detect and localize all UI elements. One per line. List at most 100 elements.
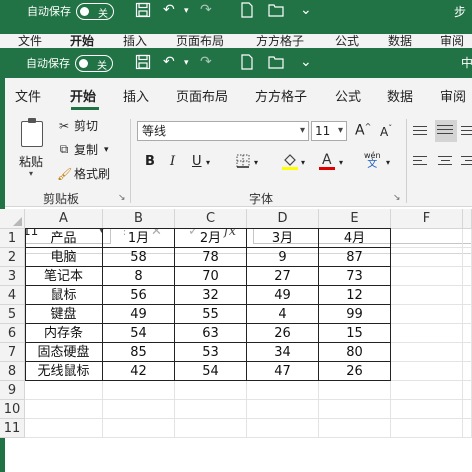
underline-button[interactable]: U [192, 154, 202, 169]
grid-cell[interactable]: 笔记本 [25, 267, 103, 286]
row-header[interactable]: 7 [0, 343, 25, 362]
grid-cell[interactable] [247, 381, 319, 400]
grid-cell[interactable] [391, 343, 463, 362]
tab-formulas[interactable]: 公式 [335, 86, 361, 105]
grid-cell[interactable] [175, 400, 247, 419]
format-painter-button[interactable]: 🖌 格式刷 [57, 165, 110, 182]
grid-cell[interactable]: 87 [319, 248, 391, 267]
grid-cell[interactable]: 53 [175, 343, 247, 362]
align-top-icon[interactable] [413, 123, 431, 141]
font-name-select[interactable]: 等线 ▾ [137, 121, 309, 141]
grid-cell[interactable]: 54 [103, 324, 175, 343]
align-center-icon[interactable] [438, 153, 456, 171]
grid-cell[interactable]: 产品 [25, 229, 103, 248]
new-file-icon[interactable] [240, 2, 254, 22]
grid-cell[interactable]: 27 [247, 267, 319, 286]
row-header[interactable]: 1 [0, 229, 25, 248]
grid-cell[interactable]: 12 [319, 286, 391, 305]
autosave-toggle[interactable]: 关 [75, 54, 113, 72]
grid-cell[interactable] [175, 419, 247, 438]
tab-insert[interactable]: 插入 [123, 86, 149, 105]
grid-cell[interactable]: 4月 [319, 229, 391, 248]
row-header[interactable]: 9 [0, 381, 25, 400]
column-header[interactable]: E [319, 209, 391, 229]
grid-cell[interactable]: 固态硬盘 [25, 343, 103, 362]
row-header[interactable]: 8 [0, 362, 25, 381]
chevron-down-icon[interactable]: ▾ [339, 158, 343, 167]
save-icon[interactable] [135, 2, 151, 22]
chevron-down-icon[interactable]: ▾ [206, 158, 210, 167]
undo-icon[interactable]: ↶ [163, 54, 175, 70]
autosave-toggle[interactable]: 关 [76, 2, 114, 20]
undo-icon[interactable]: ↶ [163, 2, 175, 18]
italic-button[interactable]: I [170, 154, 175, 169]
grid-cell[interactable] [247, 400, 319, 419]
grid-cell[interactable] [463, 267, 472, 286]
grid-cell[interactable]: 49 [103, 305, 175, 324]
grid-cell[interactable] [25, 381, 103, 400]
tab-fangfang[interactable]: 方方格子 [255, 86, 307, 105]
grid-cell[interactable]: 80 [319, 343, 391, 362]
grid-cell[interactable] [463, 381, 472, 400]
grid-cell[interactable]: 1月 [103, 229, 175, 248]
fill-color-button[interactable] [281, 151, 299, 175]
customize-toolbar-icon[interactable]: ⌄ [300, 54, 312, 70]
grid-cell[interactable] [391, 305, 463, 324]
tab-insert[interactable]: 插入 [123, 32, 147, 48]
grid-cell[interactable] [25, 419, 103, 438]
grid-cell[interactable]: 15 [319, 324, 391, 343]
grid-cell[interactable]: 70 [175, 267, 247, 286]
grid-cell[interactable] [391, 324, 463, 343]
align-middle-icon[interactable] [435, 120, 457, 142]
tab-file[interactable]: 文件 [15, 86, 41, 105]
borders-button[interactable] [235, 153, 251, 173]
column-header[interactable] [463, 209, 472, 229]
tab-review[interactable]: 审阅 [440, 32, 464, 48]
grid-cell[interactable] [463, 400, 472, 419]
grid-cell[interactable]: 26 [247, 324, 319, 343]
row-header[interactable]: 6 [0, 324, 25, 343]
grid-cell[interactable] [103, 419, 175, 438]
tab-page-layout[interactable]: 页面布局 [176, 86, 228, 105]
align-right-icon[interactable] [461, 153, 472, 171]
grid-cell[interactable] [463, 419, 472, 438]
grid-cell[interactable]: 键盘 [25, 305, 103, 324]
grid-cell[interactable] [391, 400, 463, 419]
row-header[interactable]: 5 [0, 305, 25, 324]
tab-file[interactable]: 文件 [18, 32, 42, 48]
tab-data[interactable]: 数据 [387, 86, 413, 105]
grid-cell[interactable] [463, 343, 472, 362]
grid-cell[interactable] [463, 229, 472, 248]
grid-cell[interactable] [319, 400, 391, 419]
grid-cell[interactable] [463, 305, 472, 324]
grid-cell[interactable]: 63 [175, 324, 247, 343]
chevron-down-icon[interactable]: ▾ [254, 158, 258, 167]
grid-cell[interactable]: 56 [103, 286, 175, 305]
align-left-icon[interactable] [413, 153, 431, 171]
grid-cell[interactable]: 3月 [247, 229, 319, 248]
grid-cell[interactable] [391, 248, 463, 267]
select-all-button[interactable] [0, 209, 25, 229]
tab-home[interactable]: 开始 [70, 32, 94, 48]
grid-cell[interactable] [463, 362, 472, 381]
grid-cell[interactable]: 99 [319, 305, 391, 324]
align-bottom-icon[interactable] [461, 123, 472, 141]
cut-button[interactable]: ✂ 剪切 [57, 117, 98, 134]
grid-cell[interactable] [391, 286, 463, 305]
grid-cell[interactable] [391, 229, 463, 248]
grid-cell[interactable]: 9 [247, 248, 319, 267]
grid-cell[interactable]: 78 [175, 248, 247, 267]
tab-home[interactable]: 开始 [70, 86, 96, 105]
column-header[interactable]: C [175, 209, 247, 229]
grid-cell[interactable] [463, 324, 472, 343]
row-header[interactable]: 10 [0, 400, 25, 419]
redo-icon[interactable]: ↷ [200, 54, 212, 70]
grid-cell[interactable] [319, 419, 391, 438]
paste-button[interactable]: 粘贴 ▾ [17, 117, 47, 178]
copy-button[interactable]: ⧉ 复制 ▾ [57, 141, 109, 158]
bold-button[interactable]: B [145, 154, 155, 169]
grid-cell[interactable]: 34 [247, 343, 319, 362]
row-header[interactable]: 3 [0, 267, 25, 286]
grid-cell[interactable] [103, 400, 175, 419]
grid-cell[interactable] [391, 267, 463, 286]
